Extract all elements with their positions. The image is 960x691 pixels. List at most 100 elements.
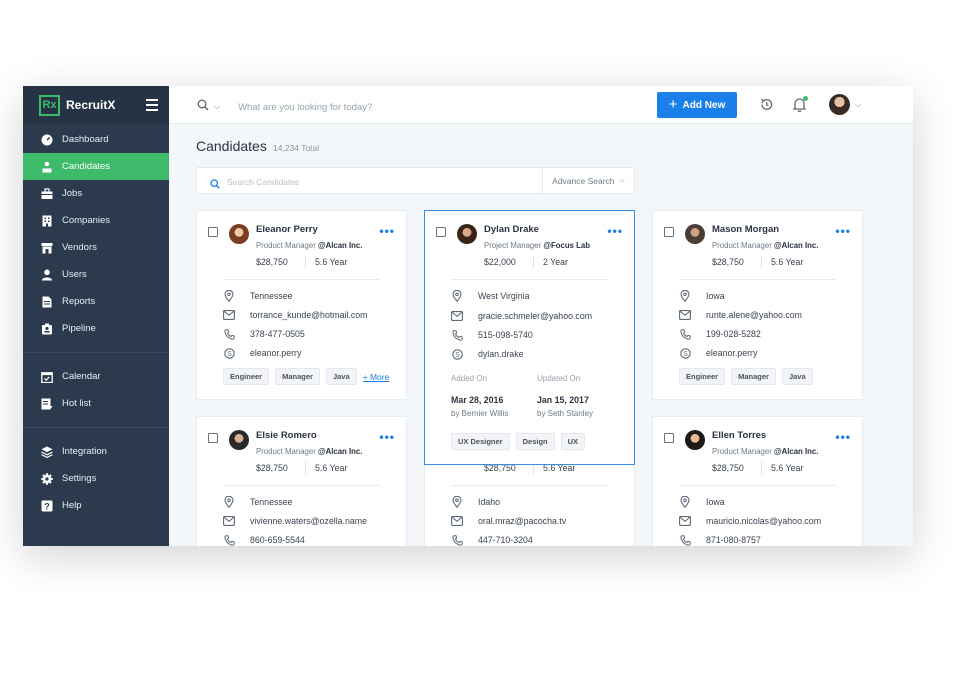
skill-tag[interactable]: Design	[515, 433, 555, 450]
email-row[interactable]: mauricio.nicolas@yahoo.com	[679, 515, 821, 527]
candidate-experience: 2 Year	[543, 257, 568, 267]
candidate-experience: 5.6 Year	[315, 463, 348, 473]
select-checkbox[interactable]	[664, 433, 674, 443]
location-pin-icon	[451, 496, 463, 508]
skill-tag[interactable]: Engineer	[679, 368, 726, 385]
location-row: Tennessee	[223, 496, 293, 508]
skype-icon: S	[223, 347, 235, 359]
sidebar-item-pipeline[interactable]: Pipeline	[23, 315, 169, 342]
sidebar-item-users[interactable]: Users	[23, 261, 169, 288]
candidate-name[interactable]: Mason Morgan	[712, 224, 779, 235]
more-options-icon[interactable]: •••	[379, 224, 395, 238]
user-avatar[interactable]	[829, 94, 850, 115]
skype-icon: S	[679, 347, 691, 359]
avatar	[685, 430, 705, 450]
global-search[interactable]: ⌵ What are you looking for today?	[197, 98, 372, 116]
skill-tag[interactable]: UX	[560, 433, 586, 450]
email-row[interactable]: runte.alene@yahoo.com	[679, 309, 802, 321]
search-icon	[197, 98, 209, 116]
svg-text:S: S	[227, 351, 232, 358]
sidebar-item-integration[interactable]: Integration	[23, 438, 169, 465]
mail-icon	[223, 309, 235, 321]
candidate-card[interactable]: Ellen Torres Product Manager @Alcan Inc.…	[652, 416, 863, 546]
sidebar-item-help[interactable]: ? Help	[23, 492, 169, 519]
menu-toggle-icon[interactable]	[146, 99, 158, 111]
mail-icon	[679, 309, 691, 321]
skill-tag[interactable]: Manager	[731, 368, 776, 385]
sidebar-item-dashboard[interactable]: Dashboard	[23, 126, 169, 153]
select-checkbox[interactable]	[208, 227, 218, 237]
divider	[305, 462, 306, 474]
skill-tag[interactable]: Java	[325, 368, 357, 385]
phone-row[interactable]: 871-080-8757	[679, 534, 761, 546]
skill-tag[interactable]: Manager	[275, 368, 320, 385]
email-row[interactable]: torrance_kunde@hotmail.com	[223, 309, 367, 321]
candidate-card[interactable]: Eleanor Perry Product Manager @Alcan Inc…	[196, 210, 407, 400]
more-options-icon[interactable]: •••	[835, 224, 851, 238]
phone-row[interactable]: 860-659-5544	[223, 534, 305, 546]
candidate-name[interactable]: Dylan Drake	[484, 224, 539, 235]
add-new-button[interactable]: + Add New	[657, 92, 737, 118]
chevron-down-icon[interactable]: ⌵	[855, 100, 861, 110]
advance-search-label: Advance Search	[552, 175, 615, 186]
sidebar-item-settings[interactable]: Settings	[23, 465, 169, 492]
more-tags-link[interactable]: + More	[363, 368, 390, 385]
svg-text:S: S	[455, 352, 460, 359]
email-row[interactable]: vivienne.waters@ozella.name	[223, 515, 367, 527]
phone-icon	[451, 329, 463, 341]
skype-row[interactable]: Sdylan.drake	[451, 348, 523, 360]
more-options-icon[interactable]: •••	[835, 430, 851, 444]
notification-bell-icon[interactable]	[792, 96, 808, 117]
phone-row[interactable]: 378-477-0505	[223, 328, 305, 340]
candidate-name[interactable]: Eleanor Perry	[256, 224, 318, 235]
sidebar-item-calendar[interactable]: Calendar	[23, 363, 169, 390]
history-icon[interactable]	[759, 97, 774, 117]
dashboard-icon	[40, 133, 53, 146]
divider	[761, 256, 762, 268]
select-checkbox[interactable]	[664, 227, 674, 237]
main-content: Candidates 14,234 Total Search Candidate…	[169, 124, 913, 546]
sidebar-item-vendors[interactable]: Vendors	[23, 234, 169, 261]
candidate-card[interactable]: Elsie Romero Product Manager @Alcan Inc.…	[196, 416, 407, 546]
candidate-experience: 5.6 Year	[771, 257, 804, 267]
sidebar-item-label: Dashboard	[62, 134, 109, 145]
phone-row[interactable]: 515-098-5740	[451, 329, 533, 341]
select-checkbox[interactable]	[208, 433, 218, 443]
more-options-icon[interactable]: •••	[607, 224, 623, 238]
candidate-name[interactable]: Elsie Romero	[256, 430, 317, 441]
candidate-card[interactable]: Mason Morgan Product Manager @Alcan Inc.…	[652, 210, 863, 400]
sidebar-item-jobs[interactable]: Jobs	[23, 180, 169, 207]
sidebar-item-label: Candidates	[62, 161, 111, 172]
calendar-icon	[40, 370, 53, 383]
sidebar-item-hotlist[interactable]: Hot list	[23, 390, 169, 417]
skill-tag[interactable]: UX Designer	[451, 433, 510, 450]
candidate-role: Product Manager @Alcan Inc.	[712, 241, 819, 250]
skill-tag[interactable]: Java	[781, 368, 813, 385]
phone-row[interactable]: 199-028-5282	[679, 328, 761, 340]
more-options-icon[interactable]: •••	[379, 430, 395, 444]
page-title: Candidates	[196, 138, 267, 154]
sidebar-item-reports[interactable]: Reports	[23, 288, 169, 315]
advance-search-dropdown[interactable]: Advance Search ⌵	[542, 168, 634, 193]
location-pin-icon	[679, 290, 691, 302]
skype-row[interactable]: Seleanor.perry	[223, 347, 301, 359]
skype-row[interactable]: Seleanor.perry	[679, 347, 757, 359]
sidebar-item-companies[interactable]: Companies	[23, 207, 169, 234]
skype-icon: S	[451, 348, 463, 360]
email-row[interactable]: gracie.schmeler@yahoo.com	[451, 310, 592, 322]
pipeline-icon	[40, 322, 53, 335]
chevron-down-icon[interactable]: ⌵	[214, 102, 220, 112]
location-row: Idaho	[451, 496, 500, 508]
candidate-search-input[interactable]: Search Candidates	[227, 177, 299, 187]
sidebar-item-candidates[interactable]: Candidates	[23, 153, 169, 180]
top-bar: ⌵ What are you looking for today? + Add …	[169, 86, 913, 124]
candidate-card[interactable]: Dylan Drake Project Manager @Focus Lab $…	[424, 210, 635, 465]
candidate-name[interactable]: Ellen Torres	[712, 430, 766, 441]
select-checkbox[interactable]	[436, 227, 446, 237]
location-pin-icon	[679, 496, 691, 508]
phone-row[interactable]: 447-710-3204	[451, 534, 533, 546]
skill-tag[interactable]: Engineer	[223, 368, 270, 385]
candidate-salary: $28,750	[712, 463, 744, 473]
email-row[interactable]: oral.mraz@pacocha.tv	[451, 515, 566, 527]
global-search-input[interactable]: What are you looking for today?	[238, 102, 372, 113]
